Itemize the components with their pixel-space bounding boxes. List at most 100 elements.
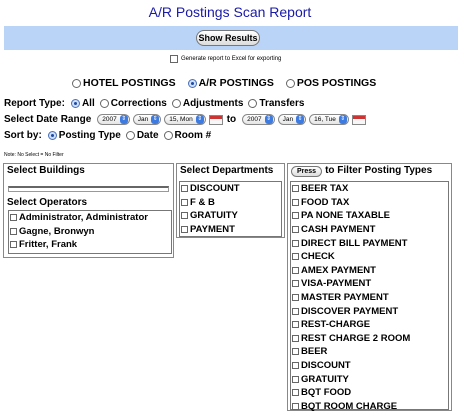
excel-checkbox[interactable] xyxy=(170,55,178,63)
list-item[interactable]: BEER TAX xyxy=(291,182,448,196)
radio-report-transfers[interactable]: Transfers xyxy=(248,98,304,109)
posting-type-label: DIRECT BILL PAYMENT xyxy=(301,237,408,249)
posting-type-checkbox[interactable] xyxy=(292,280,299,288)
posting-type-checkbox[interactable] xyxy=(292,375,299,383)
radio-sort-posting-type[interactable]: Posting Type xyxy=(47,130,121,141)
list-item[interactable]: Gagne, Bronwyn xyxy=(9,225,171,239)
list-item[interactable]: DISCOVER PAYMENT xyxy=(291,304,448,318)
buildings-list[interactable] xyxy=(8,186,169,192)
posting-type-checkbox[interactable] xyxy=(292,389,299,397)
department-label: PAYMENT xyxy=(190,224,235,236)
list-item[interactable]: CHECK xyxy=(291,250,448,264)
posting-type-checkbox[interactable] xyxy=(292,253,299,261)
list-item[interactable]: PA NONE TAXABLE xyxy=(291,209,448,223)
list-item[interactable]: REST CHARGE 2 ROOM xyxy=(291,332,448,346)
radio-sort-date[interactable]: Date xyxy=(125,130,159,141)
department-label: DISCOUNT xyxy=(190,183,240,195)
list-item[interactable]: DIRECT BILL PAYMENT xyxy=(291,236,448,250)
radio-report-all[interactable]: All xyxy=(70,98,95,109)
radio-report-adjustments[interactable]: Adjustments xyxy=(171,98,244,109)
department-checkbox[interactable] xyxy=(181,226,188,234)
operators-list[interactable]: Administrator, Administrator Gagne, Bron… xyxy=(8,210,172,254)
to-day-select[interactable]: 16, Tue xyxy=(309,114,349,125)
to-calendar-icon[interactable] xyxy=(351,114,366,125)
posting-type-checkbox[interactable] xyxy=(292,266,299,274)
press-button[interactable]: Press xyxy=(291,165,323,177)
radio-sort-room[interactable]: Room # xyxy=(163,130,211,141)
list-item[interactable]: F & B xyxy=(180,196,281,210)
departments-header: Select Departments xyxy=(180,165,274,176)
radio-hotel-postings[interactable]: HOTEL POSTINGS xyxy=(72,77,176,89)
list-item[interactable]: Administrator, Administrator xyxy=(9,211,171,225)
posting-type-checkbox[interactable] xyxy=(292,185,299,193)
list-item[interactable]: BQT FOOD xyxy=(291,386,448,400)
radio-pos-postings[interactable]: POS POSTINGS xyxy=(285,77,376,89)
radio-button[interactable] xyxy=(248,99,258,108)
from-calendar-icon[interactable] xyxy=(208,114,223,125)
posting-type-checkbox[interactable] xyxy=(292,239,299,247)
to-month-select[interactable]: Jan xyxy=(277,114,307,125)
list-item[interactable]: PAYMENT xyxy=(180,223,281,237)
list-item[interactable]: GRATUITY xyxy=(180,209,281,223)
posting-type-checkbox[interactable] xyxy=(292,334,299,342)
radio-button[interactable] xyxy=(72,78,81,88)
list-item[interactable]: DISCOUNT xyxy=(291,359,448,373)
list-item[interactable]: DISCOUNT xyxy=(180,182,281,196)
from-day-select[interactable]: 15, Mon xyxy=(164,114,206,125)
department-label: F & B xyxy=(190,196,215,208)
radio-report-corrections[interactable]: Corrections xyxy=(99,98,167,109)
to-year-select[interactable]: 2007 xyxy=(242,114,275,125)
list-item[interactable]: REST-CHARGE xyxy=(291,318,448,332)
radio-button[interactable] xyxy=(125,131,135,140)
list-item[interactable]: VISA-PAYMENT xyxy=(291,277,448,291)
radio-button[interactable] xyxy=(187,78,197,88)
radio-label: Transfers xyxy=(259,98,305,109)
list-item[interactable]: Fritter, Frank xyxy=(9,238,171,252)
posting-type-checkbox[interactable] xyxy=(292,198,299,206)
operator-label: Gagne, Bronwyn xyxy=(19,225,95,237)
posting-type-label: BQT ROOM CHARGE xyxy=(301,400,398,412)
report-type-label: Report Type: xyxy=(4,98,65,109)
operator-checkbox[interactable] xyxy=(10,241,17,249)
department-label: GRATUITY xyxy=(190,210,238,222)
show-results-button[interactable]: Show Results xyxy=(196,30,260,46)
posting-type-label: BQT FOOD xyxy=(301,387,352,399)
list-item[interactable]: AMEX PAYMENT xyxy=(291,264,448,278)
radio-label: All xyxy=(81,98,95,109)
list-item[interactable]: BEER xyxy=(291,345,448,359)
posting-type-checkbox[interactable] xyxy=(292,321,299,329)
operator-checkbox[interactable] xyxy=(10,214,17,222)
posting-type-checkbox[interactable] xyxy=(292,294,299,302)
departments-list[interactable]: DISCOUNT F & B GRATUITY PAYMENT xyxy=(179,181,282,237)
posting-type-checkbox[interactable] xyxy=(292,212,299,220)
posting-type-label: BEER xyxy=(301,346,328,358)
radio-button[interactable] xyxy=(47,131,57,140)
posting-type-checkbox[interactable] xyxy=(292,226,299,234)
radio-label: Adjustments xyxy=(182,98,244,109)
posting-type-checkbox[interactable] xyxy=(292,362,299,370)
list-item[interactable]: CASH PAYMENT xyxy=(291,223,448,237)
operator-label: Administrator, Administrator xyxy=(19,212,148,224)
filter-note: Note: No Select = No Filter xyxy=(4,152,64,158)
posting-type-checkbox[interactable] xyxy=(292,402,299,410)
posting-type-checkbox[interactable] xyxy=(292,348,299,356)
radio-button[interactable] xyxy=(99,99,109,108)
department-checkbox[interactable] xyxy=(181,198,188,206)
radio-button[interactable] xyxy=(285,78,295,88)
department-checkbox[interactable] xyxy=(181,185,188,193)
radio-button[interactable] xyxy=(163,131,173,140)
radio-button[interactable] xyxy=(171,99,181,108)
from-year-select[interactable]: 2007 xyxy=(97,114,130,125)
radio-ar-postings[interactable]: A/R POSTINGS xyxy=(187,77,274,89)
department-checkbox[interactable] xyxy=(181,212,188,220)
radio-button[interactable] xyxy=(70,99,80,108)
list-item[interactable]: BQT ROOM CHARGE xyxy=(291,400,448,414)
list-item[interactable]: FOOD TAX xyxy=(291,196,448,210)
posting-type-label: DISCOVER PAYMENT xyxy=(301,305,399,317)
posting-type-checkbox[interactable] xyxy=(292,307,299,315)
operator-checkbox[interactable] xyxy=(10,227,17,235)
list-item[interactable]: GRATUITY xyxy=(291,372,448,386)
from-month-select[interactable]: Jan xyxy=(132,114,162,125)
list-item[interactable]: MASTER PAYMENT xyxy=(291,291,448,305)
posting-types-list[interactable]: BEER TAX FOOD TAX PA NONE TAXABLE CASH P… xyxy=(290,181,449,412)
